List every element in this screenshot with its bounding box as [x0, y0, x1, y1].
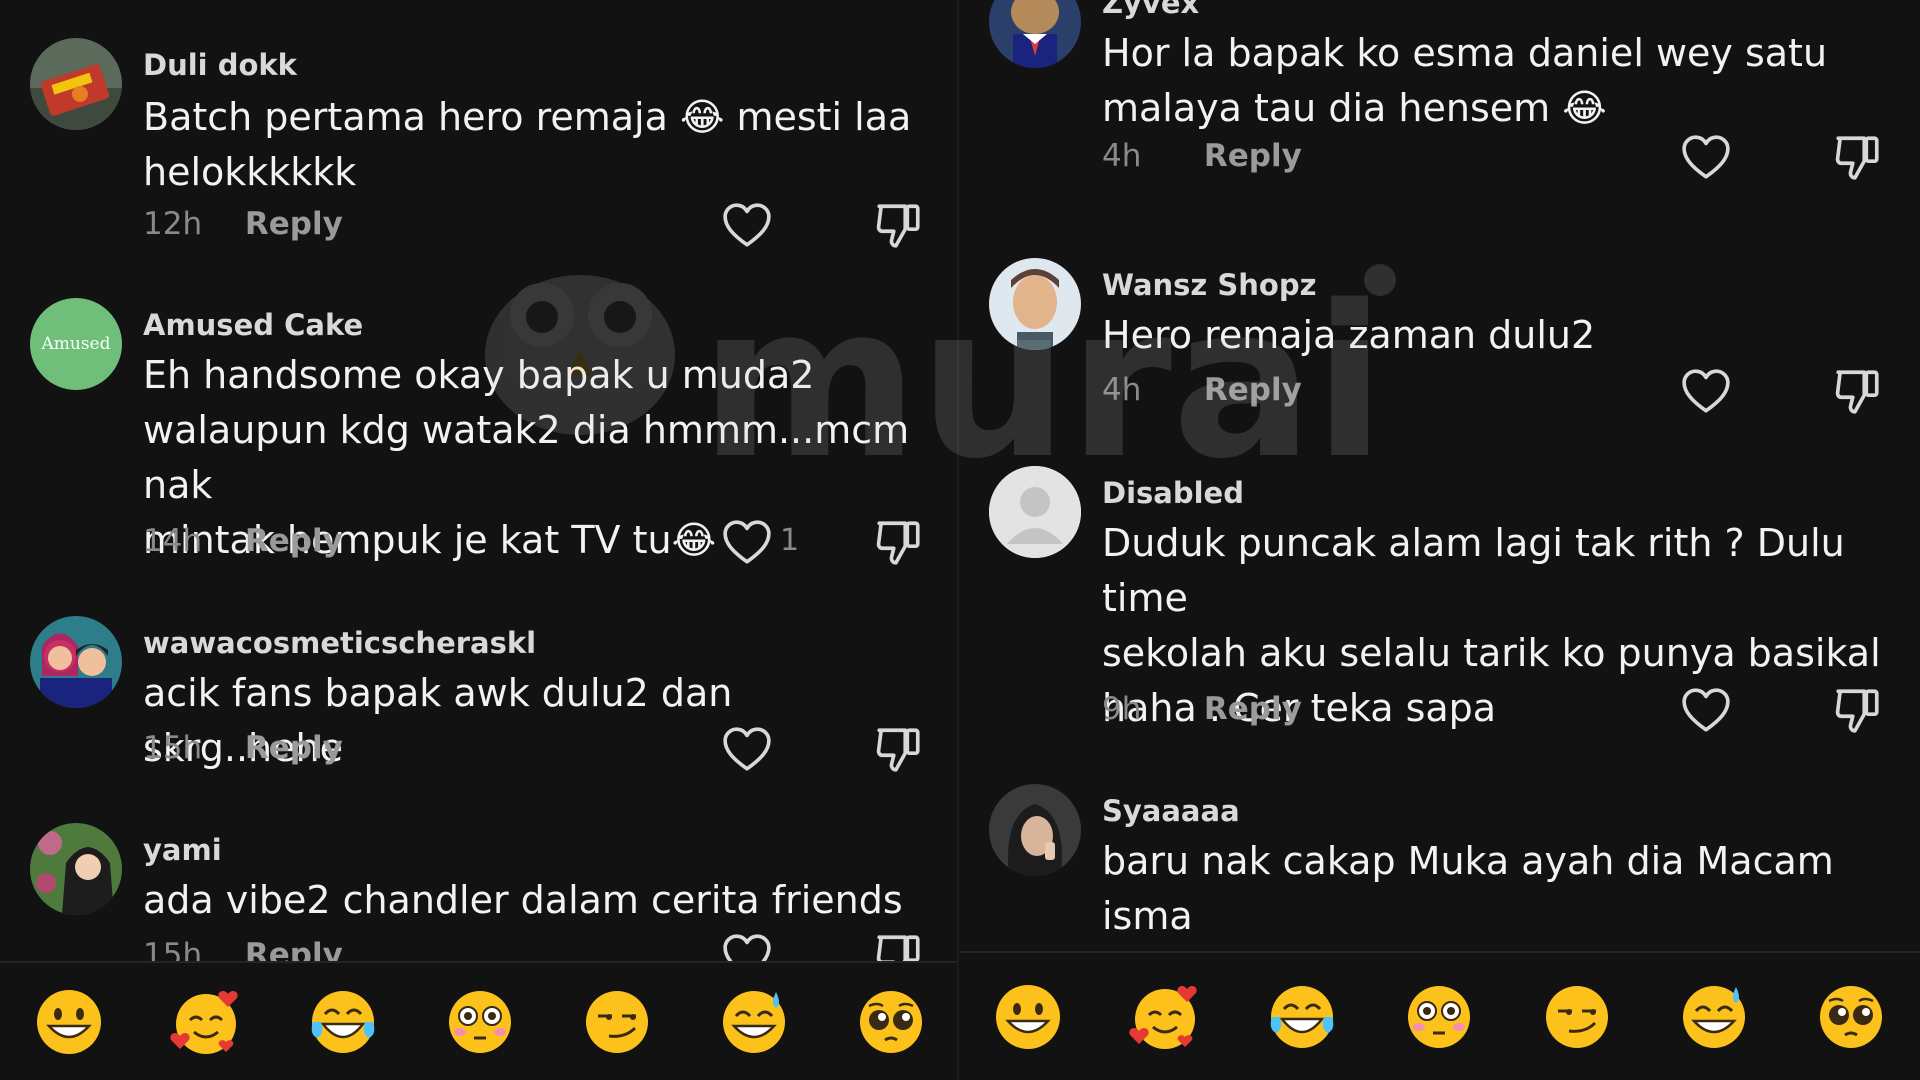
reply-button[interactable]: Reply	[245, 523, 343, 559]
comment-line: sekolah aku selalu tarik ko punya basika…	[1102, 631, 1881, 675]
pleading-face-emoji-icon[interactable]	[855, 986, 927, 1058]
emoji-quick-bar	[0, 961, 959, 1080]
grinning-face-emoji-icon[interactable]	[992, 981, 1064, 1053]
avatar[interactable]	[989, 0, 1081, 68]
comment-time: 9h	[1102, 691, 1142, 727]
comment-username[interactable]: Wansz Shopz	[1102, 268, 1317, 302]
flushed-face-emoji-icon[interactable]	[444, 986, 516, 1058]
reply-button[interactable]: Reply	[1204, 138, 1302, 174]
comment-item: Syaaaaa baru nak cakap Muka ayah dia Mac…	[959, 784, 1920, 954]
dislike-icon[interactable]	[1833, 366, 1883, 416]
comment-meta: 12h Reply	[143, 206, 343, 242]
comment-text: ada vibe2 chandler dalam cerita friends	[143, 873, 933, 928]
comment-text: Batch pertama hero remaja 😂 mesti laa he…	[143, 90, 933, 200]
avatar-text: Amused	[41, 334, 111, 354]
comment-username[interactable]: Amused Cake	[143, 308, 363, 342]
comment-line: Eh handsome okay bapak u muda2	[143, 353, 815, 397]
avatar[interactable]	[989, 784, 1081, 876]
avatar[interactable]: Amused	[30, 298, 122, 390]
dislike-icon[interactable]	[874, 200, 924, 250]
like-icon[interactable]	[722, 202, 772, 248]
reply-button[interactable]: Reply	[1204, 691, 1302, 727]
comment-username[interactable]: Syaaaaa	[1102, 794, 1240, 828]
smiling-face-with-hearts-emoji-icon[interactable]	[169, 986, 242, 1058]
comment-time: 14h	[143, 523, 203, 559]
smirking-face-emoji-icon[interactable]	[1541, 981, 1613, 1053]
comment-username[interactable]: Duli dokk	[143, 48, 297, 82]
right-comments-panel: Zyvex Hor la bapak ko esma daniel wey sa…	[959, 0, 1920, 1080]
comment-text: Hor la bapak ko esma daniel wey satu mal…	[1102, 26, 1892, 136]
comment-meta: 9h Reply	[1102, 691, 1302, 727]
reply-button[interactable]: Reply	[245, 730, 343, 766]
like-icon[interactable]	[722, 933, 772, 963]
comment-line: Batch pertama hero remaja 😂 mesti laa	[143, 95, 912, 139]
like-icon[interactable]	[1681, 134, 1731, 180]
comment-time: 4h	[1102, 372, 1142, 408]
comment-meta: 15h Reply	[143, 937, 343, 963]
comment-meta: 15h Reply	[143, 730, 343, 766]
comment-meta: 4h Reply	[1102, 372, 1302, 408]
grinning-sweat-emoji-icon[interactable]	[718, 986, 790, 1058]
comment-username[interactable]: wawacosmeticscheraskl	[143, 626, 536, 660]
comment-username[interactable]: Disabled	[1102, 476, 1244, 510]
tears-of-joy-emoji-icon[interactable]	[1266, 981, 1338, 1053]
flushed-face-emoji-icon[interactable]	[1403, 981, 1475, 1053]
comment-meta: 14h Reply	[143, 523, 343, 559]
dislike-icon[interactable]	[874, 724, 924, 774]
dislike-icon[interactable]	[1833, 132, 1883, 182]
avatar[interactable]	[989, 466, 1081, 558]
like-icon[interactable]	[722, 726, 772, 772]
dislike-icon[interactable]	[874, 517, 924, 567]
like-icon[interactable]	[722, 519, 772, 565]
emoji-quick-bar	[959, 951, 1920, 1080]
comment-line: ada vibe2 chandler dalam cerita friends	[143, 878, 903, 922]
grinning-sweat-emoji-icon[interactable]	[1678, 981, 1750, 1053]
comment-line: helokkkkkk	[143, 150, 357, 194]
smiling-face-with-hearts-emoji-icon[interactable]	[1129, 981, 1201, 1053]
comment-time: 15h	[143, 730, 203, 766]
reply-button[interactable]: Reply	[245, 206, 343, 242]
reply-button[interactable]: Reply	[245, 937, 343, 963]
comment-item: yami ada vibe2 chandler dalam cerita fri…	[0, 823, 959, 963]
comment-line: walaupun kdg watak2 dia hmmm...mcm nak	[143, 408, 910, 507]
grinning-face-emoji-icon[interactable]	[33, 986, 105, 1058]
comment-item: Zyvex Hor la bapak ko esma daniel wey sa…	[959, 0, 1920, 216]
left-comments-panel: Duli dokk Batch pertama hero remaja 😂 me…	[0, 0, 959, 1080]
comment-line: Hero remaja zaman dulu2	[1102, 313, 1596, 357]
comment-item: wawacosmeticscheraskl acik fans bapak aw…	[0, 616, 959, 786]
like-icon[interactable]	[1681, 368, 1731, 414]
avatar[interactable]	[30, 823, 122, 915]
avatar[interactable]	[30, 38, 122, 130]
comment-text: baru nak cakap Muka ayah dia Macam isma …	[1102, 834, 1892, 954]
comment-time: 15h	[143, 937, 203, 963]
reply-button[interactable]: Reply	[1204, 372, 1302, 408]
avatar[interactable]	[30, 616, 122, 708]
comment-username[interactable]: yami	[143, 833, 222, 867]
comment-time: 4h	[1102, 138, 1142, 174]
tears-of-joy-emoji-icon[interactable]	[307, 986, 379, 1058]
comment-time: 12h	[143, 206, 203, 242]
comment-item: Amused Amused Cake Eh handsome okay bapa…	[0, 298, 959, 578]
dislike-icon[interactable]	[874, 931, 924, 963]
avatar[interactable]	[989, 258, 1081, 350]
pleading-face-emoji-icon[interactable]	[1815, 981, 1887, 1053]
comment-line: Hor la bapak ko esma daniel wey satu	[1102, 31, 1828, 75]
comment-meta: 4h Reply	[1102, 138, 1302, 174]
dislike-icon[interactable]	[1833, 685, 1883, 735]
like-count: 1	[780, 523, 800, 558]
comment-item: Duli dokk Batch pertama hero remaja 😂 me…	[0, 38, 959, 258]
comment-username[interactable]: Zyvex	[1102, 0, 1199, 20]
comment-line: baru nak cakap Muka ayah dia Macam isma	[1102, 839, 1834, 938]
comment-item: Wansz Shopz Hero remaja zaman dulu2 4h R…	[959, 258, 1920, 428]
comment-line: malaya tau dia hensem 😂	[1102, 86, 1607, 130]
comment-text: Hero remaja zaman dulu2	[1102, 308, 1892, 363]
comment-line: Duduk puncak alam lagi tak rith ? Dulu t…	[1102, 521, 1845, 620]
like-icon[interactable]	[1681, 687, 1731, 733]
comment-item: Disabled Duduk puncak alam lagi tak rith…	[959, 466, 1920, 746]
smirking-face-emoji-icon[interactable]	[581, 986, 653, 1058]
